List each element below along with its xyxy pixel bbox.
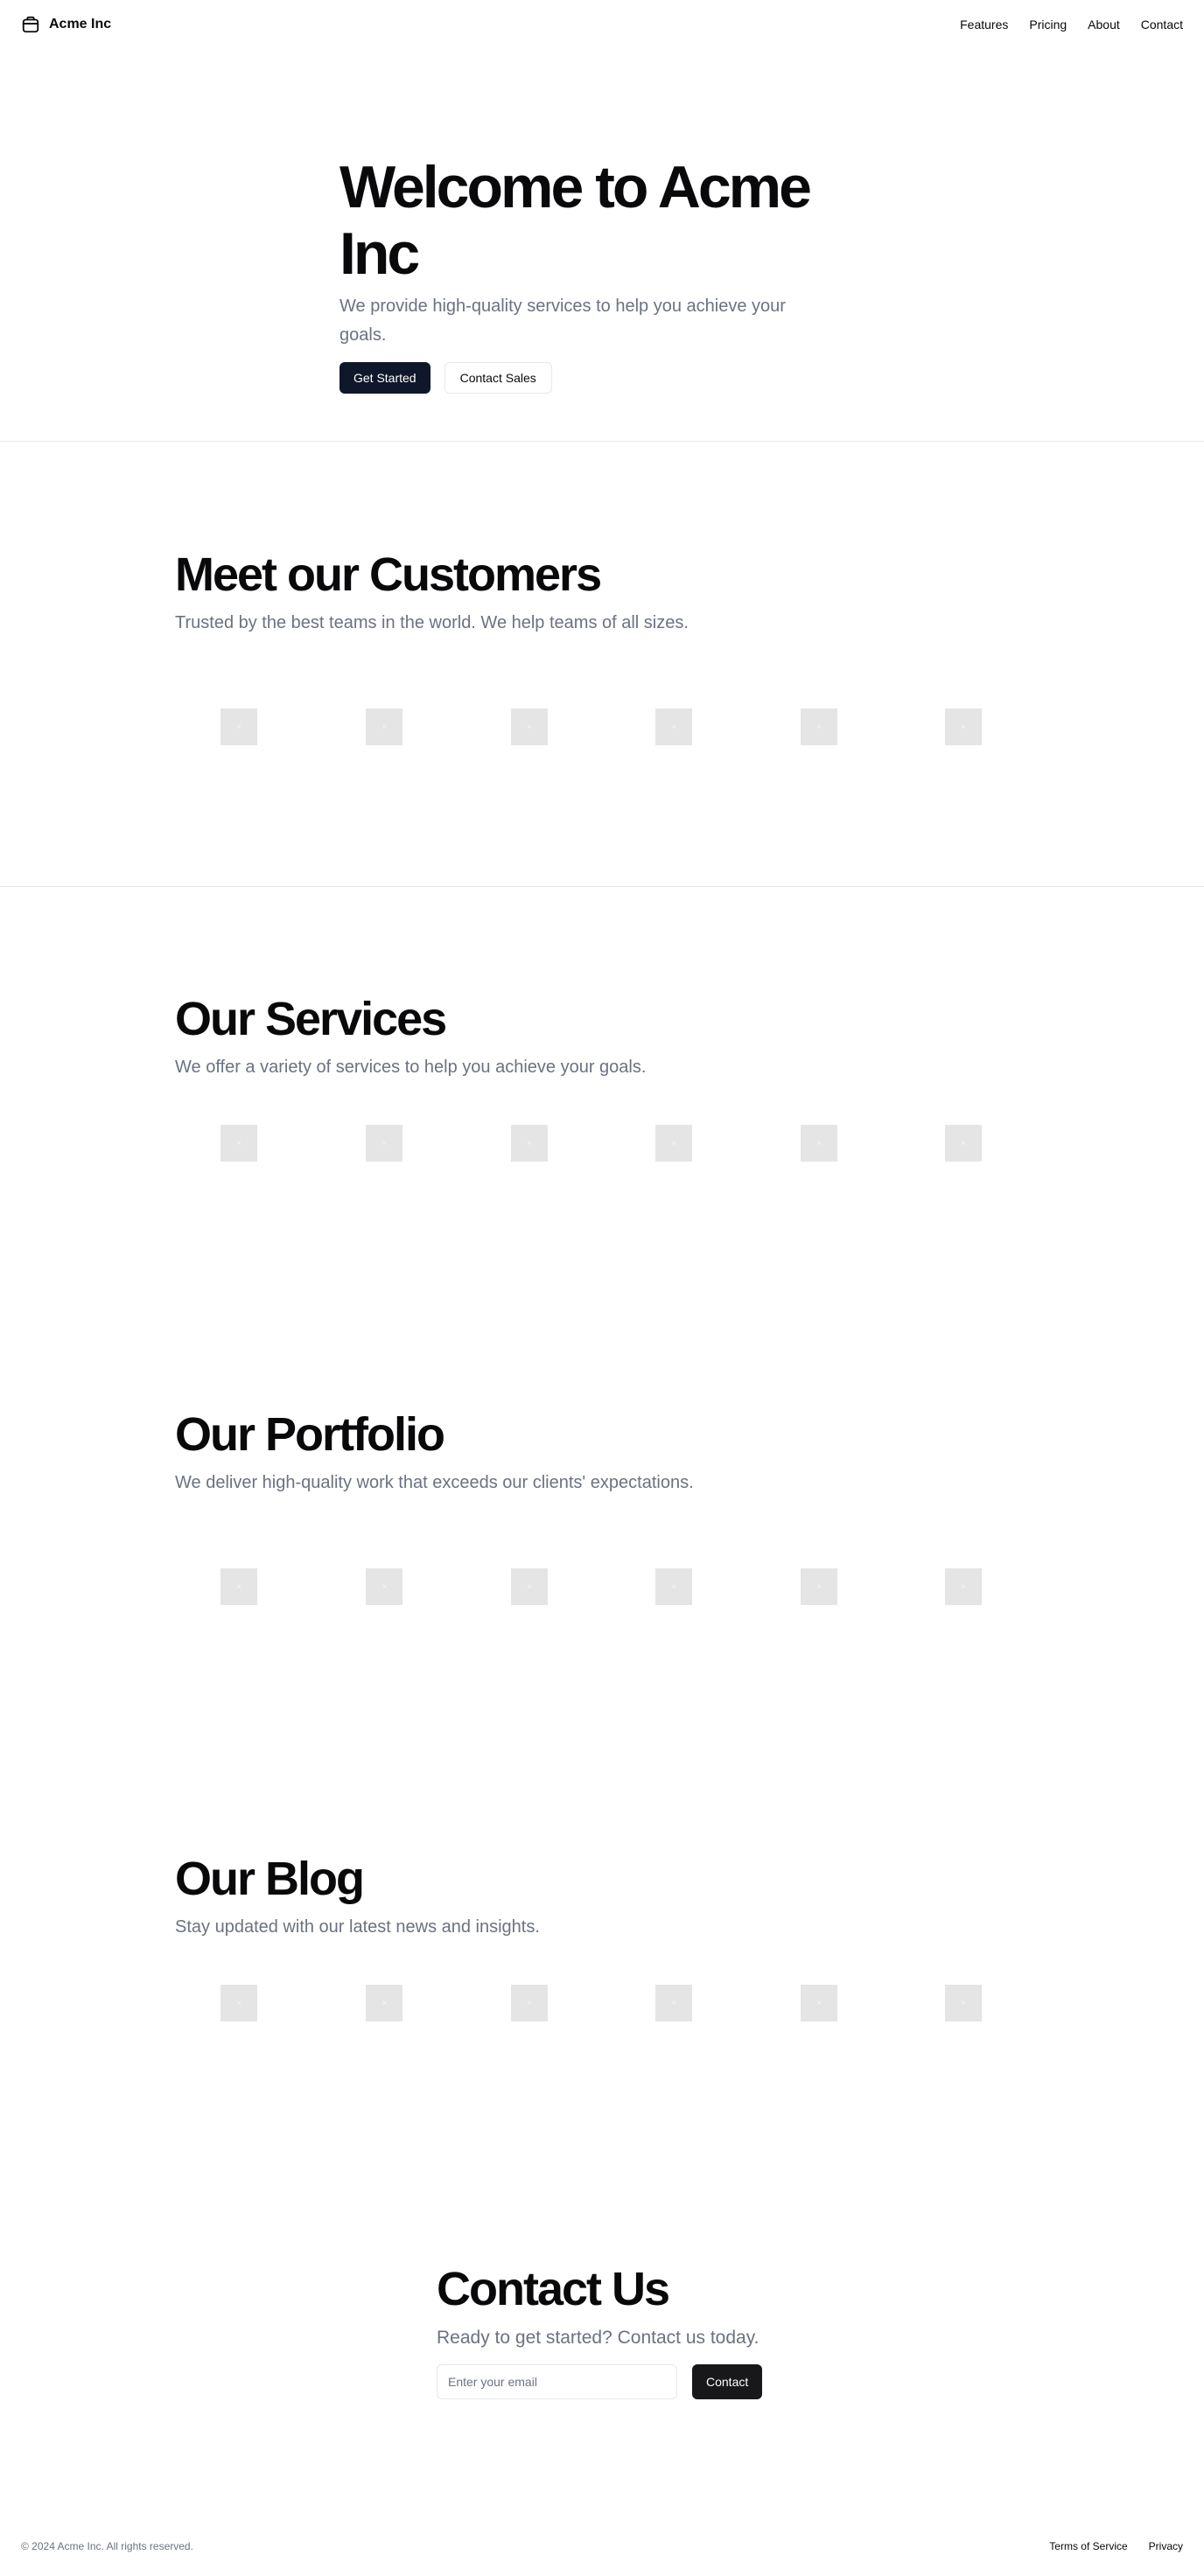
nav-link-contact[interactable]: Contact [1141,17,1183,31]
placeholder-image: × [655,1568,692,1605]
email-input[interactable] [437,2364,677,2399]
placeholder-glyph: × [382,1581,387,1592]
contact-form: Contact [437,2364,787,2399]
placeholder-image: × [366,1985,402,2021]
placeholder-image: × [655,1985,692,2021]
customers-section: Meet our Customers Trusted by the best t… [175,548,1032,745]
get-started-button[interactable]: Get Started [340,362,430,394]
hero-actions: Get Started Contact Sales [340,362,864,394]
brand[interactable]: Acme Inc [21,15,111,34]
placeholder-glyph: × [671,1998,676,2008]
placeholder-image: × [801,1985,837,2021]
services-section: Our Services We offer a variety of servi… [175,992,1032,1162]
footer-link-privacy[interactable]: Privacy [1149,2540,1183,2552]
placeholder-glyph: × [527,1998,532,2008]
contact-subtitle: Ready to get started? Contact us today. [437,2328,760,2348]
placeholder-glyph: × [961,1581,966,1592]
brand-name: Acme Inc [49,17,112,31]
placeholder-image: × [511,1985,548,2021]
hero-subtitle: We provide high-quality services to help… [340,297,786,345]
placeholder-glyph: × [382,1998,387,2008]
site-header: Acme Inc Features Pricing About Contact [0,0,1204,49]
blog-section: Our Blog Stay updated with our latest ne… [175,1852,1032,2021]
placeholder-image: × [801,1568,837,1605]
portfolio-section: Our Portfolio We deliver high-quality wo… [175,1407,1032,1605]
placeholder-image: × [801,1125,837,1162]
placeholder-image: × [511,709,548,745]
placeholder-glyph: × [527,722,532,732]
placeholder-glyph: × [816,722,822,732]
placeholder-image: × [366,1568,402,1605]
placeholder-image: × [220,1568,257,1605]
nav-link-about[interactable]: About [1088,17,1120,31]
hero-title: Welcome to Acme Inc [340,154,812,287]
section-divider [0,886,1204,887]
placeholder-image: × [655,1125,692,1162]
section-subtitle: We offer a variety of services to help y… [175,1058,647,1077]
section-title: Meet our Customers [175,548,602,601]
placeholder-glyph: × [527,1138,532,1148]
placeholder-image: × [366,1125,402,1162]
placeholder-image: × [945,1568,982,1605]
placeholder-image: × [220,1985,257,2021]
placeholder-image: × [655,709,692,745]
placeholder-glyph: × [382,722,387,732]
contact-submit-button[interactable]: Contact [692,2364,763,2399]
placeholder-glyph: × [671,722,676,732]
placeholder-image: × [801,709,837,745]
placeholder-glyph: × [236,1998,242,2008]
section-subtitle: Trusted by the best teams in the world. … [175,613,689,632]
section-title: Our Portfolio [175,1408,445,1461]
contact-section: Contact Us Ready to get started? Contact… [437,2262,787,2399]
placeholder-image: × [220,709,257,745]
logo-row: × × × × × × [175,709,1032,745]
placeholder-glyph: × [671,1581,676,1592]
image-row: × × × × × × [175,1125,1032,1162]
placeholder-glyph: × [816,1998,822,2008]
placeholder-glyph: × [236,1581,242,1592]
placeholder-glyph: × [527,1581,532,1592]
placeholder-glyph: × [671,1138,676,1148]
placeholder-glyph: × [961,1138,966,1148]
section-subtitle: We deliver high-quality work that exceed… [175,1473,694,1492]
copyright-text: © 2024 Acme Inc. All rights reserved. [21,2540,193,2552]
contact-title: Contact Us [437,2263,670,2315]
placeholder-glyph: × [816,1138,822,1148]
placeholder-image: × [511,1125,548,1162]
placeholder-image: × [945,709,982,745]
image-row: × × × × × × [175,1568,1032,1605]
placeholder-image: × [945,1125,982,1162]
contact-sales-button[interactable]: Contact Sales [444,362,552,394]
hero-section: Welcome to Acme Inc We provide high-qual… [340,154,864,394]
section-divider [0,441,1204,442]
footer-link-terms[interactable]: Terms of Service [1049,2540,1127,2552]
nav-link-pricing[interactable]: Pricing [1029,17,1067,31]
placeholder-glyph: × [382,1138,387,1148]
placeholder-image: × [366,709,402,745]
site-footer: © 2024 Acme Inc. All rights reserved. Te… [0,2533,1204,2559]
placeholder-image: × [511,1568,548,1605]
placeholder-image: × [220,1125,257,1162]
section-subtitle: Stay updated with our latest news and in… [175,1917,540,1937]
placeholder-glyph: × [236,1138,242,1148]
section-title: Our Services [175,993,447,1045]
placeholder-glyph: × [816,1581,822,1592]
placeholder-glyph: × [236,722,242,732]
nav-link-features[interactable]: Features [960,17,1008,31]
package-icon [22,16,39,33]
placeholder-glyph: × [961,1998,966,2008]
placeholder-glyph: × [961,722,966,732]
main-nav: Features Pricing About Contact [960,17,1183,31]
footer-links: Terms of Service Privacy [1049,2540,1183,2552]
section-title: Our Blog [175,1853,365,1905]
placeholder-image: × [945,1985,982,2021]
image-row: × × × × × × [175,1985,1032,2021]
